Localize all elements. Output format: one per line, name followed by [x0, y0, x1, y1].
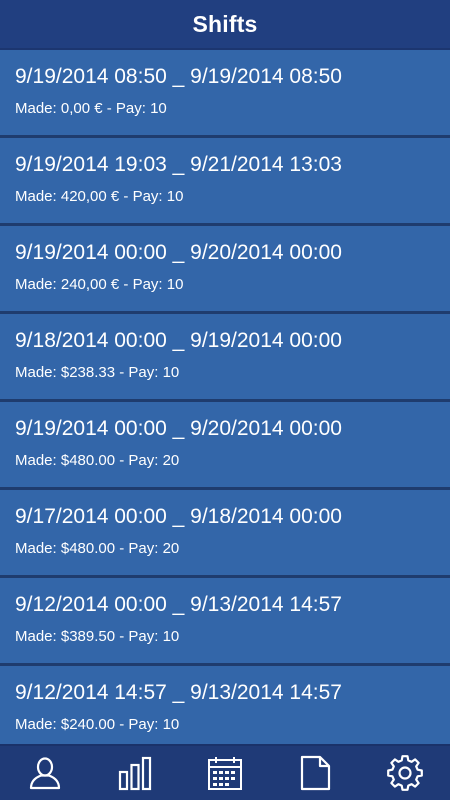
nav-stats-button[interactable] — [105, 745, 165, 800]
shift-earnings: Made: 420,00 € - Pay: 10 — [15, 188, 184, 205]
shift-date-range: 9/18/2014 00:00 _ 9/19/2014 00:00 — [15, 329, 342, 352]
shift-earnings: Made: 0,00 € - Pay: 10 — [15, 100, 167, 117]
nav-calendar-button[interactable] — [195, 745, 255, 800]
shift-list-item[interactable]: 9/18/2014 00:00 _ 9/19/2014 00:00 Made: … — [0, 314, 450, 402]
shift-date-range: 9/12/2014 14:57 _ 9/13/2014 14:57 — [15, 681, 342, 704]
shift-earnings: Made: $480.00 - Pay: 20 — [15, 452, 180, 469]
shift-earnings: Made: $389.50 - Pay: 10 — [15, 628, 180, 645]
shift-earnings: Made: $238.33 - Pay: 10 — [15, 364, 180, 381]
bottom-navigation — [0, 744, 450, 800]
shift-date-range: 9/19/2014 08:50 _ 9/19/2014 08:50 — [15, 65, 342, 88]
nav-settings-button[interactable] — [375, 745, 435, 800]
shift-earnings: Made: $480.00 - Pay: 20 — [15, 540, 180, 557]
shift-list-item[interactable]: 9/19/2014 08:50 _ 9/19/2014 08:50 Made: … — [0, 50, 450, 138]
document-icon — [300, 755, 331, 791]
nav-reports-button[interactable] — [285, 745, 345, 800]
bar-chart-icon — [118, 756, 152, 791]
user-icon — [29, 757, 61, 790]
shift-date-range: 9/19/2014 19:03 _ 9/21/2014 13:03 — [15, 153, 342, 176]
shift-earnings: Made: 240,00 € - Pay: 10 — [15, 276, 184, 293]
shift-date-range: 9/19/2014 00:00 _ 9/20/2014 00:00 — [15, 417, 342, 440]
shift-list-item[interactable]: 9/17/2014 00:00 _ 9/18/2014 00:00 Made: … — [0, 490, 450, 578]
shift-list[interactable]: 9/19/2014 08:50 _ 9/19/2014 08:50 Made: … — [0, 50, 450, 744]
calendar-icon — [208, 757, 242, 790]
shift-list-item[interactable]: 9/19/2014 00:00 _ 9/20/2014 00:00 Made: … — [0, 226, 450, 314]
shift-list-item[interactable]: 9/19/2014 19:03 _ 9/21/2014 13:03 Made: … — [0, 138, 450, 226]
page-title: Shifts — [192, 10, 258, 37]
shift-earnings: Made: $240.00 - Pay: 10 — [15, 716, 180, 733]
shift-list-item[interactable]: 9/12/2014 00:00 _ 9/13/2014 14:57 Made: … — [0, 578, 450, 666]
shift-list-item[interactable]: 9/12/2014 14:57 _ 9/13/2014 14:57 Made: … — [0, 666, 450, 744]
shift-date-range: 9/19/2014 00:00 _ 9/20/2014 00:00 — [15, 241, 342, 264]
gear-icon — [387, 755, 423, 791]
shift-date-range: 9/12/2014 00:00 _ 9/13/2014 14:57 — [15, 593, 342, 616]
app-header: Shifts — [0, 0, 450, 50]
nav-profile-button[interactable] — [15, 745, 75, 800]
shift-list-item[interactable]: 9/19/2014 00:00 _ 9/20/2014 00:00 Made: … — [0, 402, 450, 490]
shift-date-range: 9/17/2014 00:00 _ 9/18/2014 00:00 — [15, 505, 342, 528]
